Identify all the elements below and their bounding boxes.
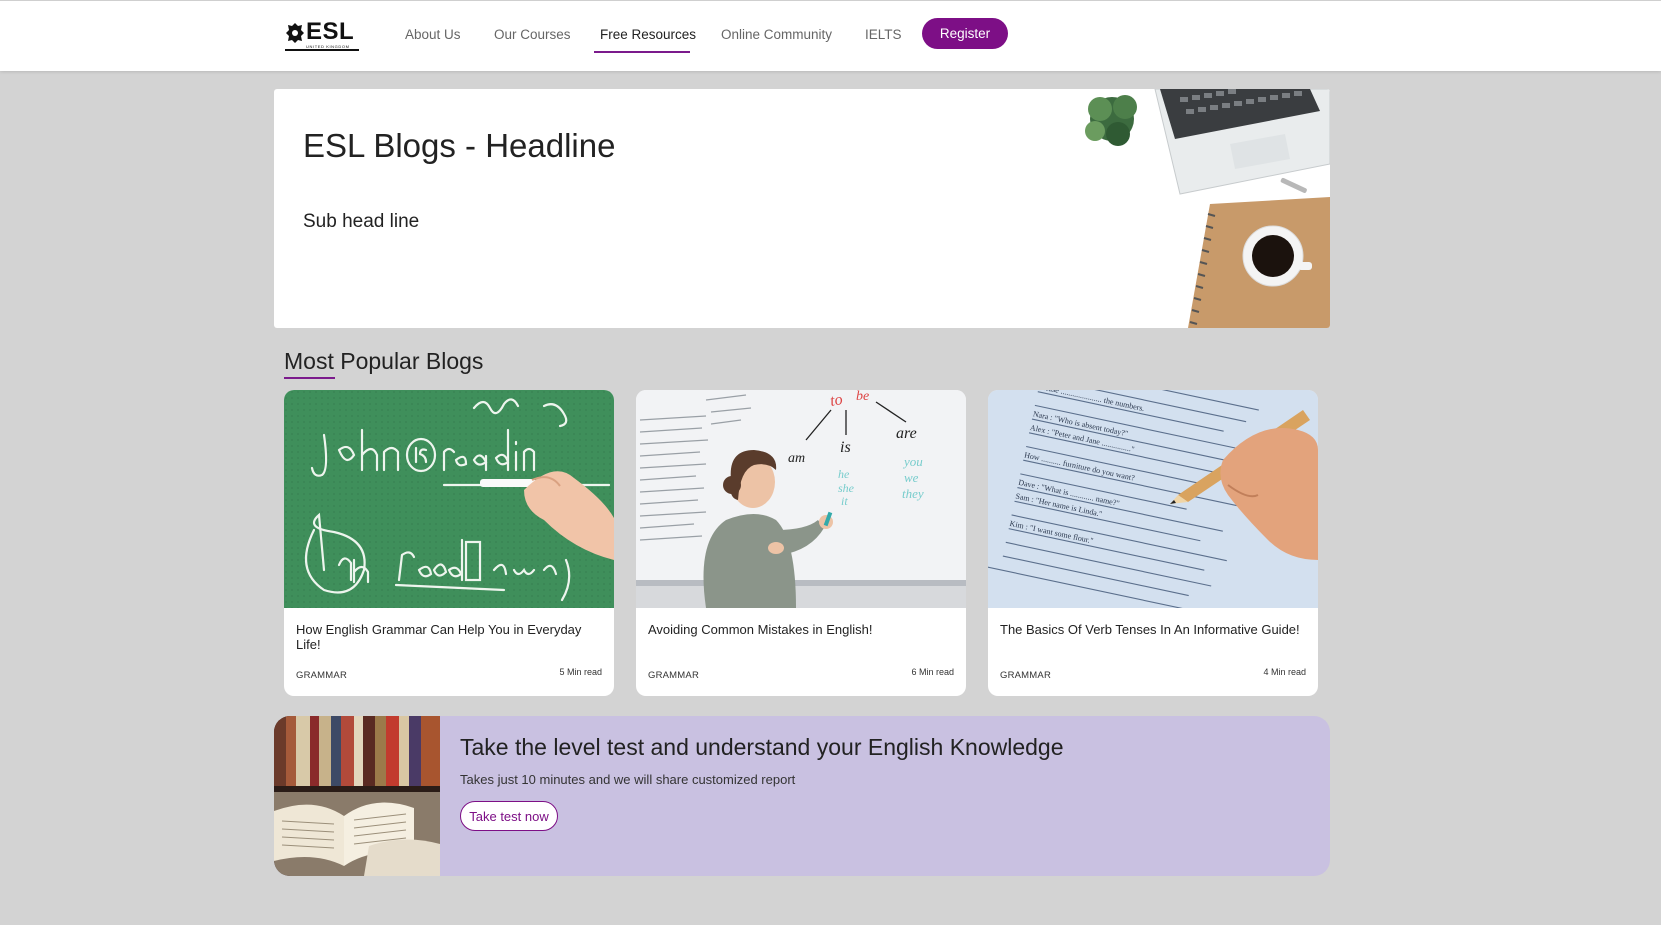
svg-text:be: be	[856, 390, 869, 404]
banner-subtitle: Takes just 10 minutes and we will share …	[460, 772, 796, 787]
svg-text:am: am	[788, 451, 805, 466]
blog-card-title[interactable]: Avoiding Common Mistakes in English!	[648, 622, 948, 637]
plant-icon	[1085, 95, 1137, 146]
svg-text:she: she	[838, 481, 855, 495]
teacher-whiteboard-image: to be am is are he she it you we they	[636, 390, 966, 608]
pen-icon	[1280, 177, 1307, 193]
page-headline: ESL Blogs - Headline	[303, 127, 616, 164]
nav-ielts[interactable]: IELTS	[865, 27, 902, 42]
esl-logo[interactable]: ESL UNITED KINGDOM	[285, 19, 361, 51]
desk-illustration-image	[1085, 89, 1330, 328]
nav-online-community[interactable]: Online Community	[721, 27, 832, 42]
chalkboard-image	[284, 390, 614, 608]
blog-card-read-time: 6 Min read	[911, 667, 954, 677]
svg-text:you: you	[902, 454, 923, 469]
crest-icon	[286, 23, 304, 43]
top-navigation: ESL UNITED KINGDOM About Us Our Courses …	[0, 0, 1661, 71]
blog-card[interactable]: to be am is are he she it you we they Av…	[636, 390, 966, 696]
blog-card-category: GRAMMAR	[296, 670, 348, 681]
svg-text:it: it	[841, 494, 848, 508]
level-test-banner: Take the level test and understand your …	[274, 716, 1330, 876]
blog-card[interactable]: My sister doesn't ......................…	[988, 390, 1318, 696]
laptop-icon	[1154, 89, 1330, 195]
nav-about-us[interactable]: About Us	[405, 27, 461, 42]
svg-text:are: are	[896, 425, 917, 442]
register-button[interactable]: Register	[922, 18, 1008, 49]
section-title: Most Popular Blogs	[284, 348, 484, 374]
active-nav-indicator	[594, 51, 690, 53]
svg-text:we: we	[904, 470, 919, 485]
blog-card-title[interactable]: The Basics Of Verb Tenses In An Informat…	[1000, 622, 1300, 637]
nav-our-courses[interactable]: Our Courses	[494, 27, 571, 42]
blog-card-category: GRAMMAR	[648, 670, 700, 681]
svg-text:he: he	[838, 467, 850, 481]
take-test-button[interactable]: Take test now	[460, 801, 558, 831]
blog-card-category: GRAMMAR	[1000, 670, 1052, 681]
blog-card-title[interactable]: How English Grammar Can Help You in Ever…	[296, 622, 596, 652]
blog-card[interactable]: How English Grammar Can Help You in Ever…	[284, 390, 614, 696]
svg-text:they: they	[902, 486, 924, 501]
worksheet-pencil-image: My sister doesn't ......................…	[988, 390, 1318, 608]
banner-title: Take the level test and understand your …	[460, 734, 1064, 760]
hero-banner: ESL Blogs - Headline Sub head line	[274, 89, 1330, 328]
svg-text:is: is	[840, 439, 851, 456]
logo-underline	[285, 49, 359, 51]
blog-card-read-time: 5 Min read	[559, 667, 602, 677]
page-subheadline: Sub head line	[303, 211, 420, 232]
blog-card-read-time: 4 Min read	[1263, 667, 1306, 677]
section-title-underline	[284, 377, 335, 379]
books-library-image	[274, 716, 440, 876]
nav-free-resources[interactable]: Free Resources	[600, 27, 696, 42]
logo-text: ESL	[306, 18, 355, 45]
